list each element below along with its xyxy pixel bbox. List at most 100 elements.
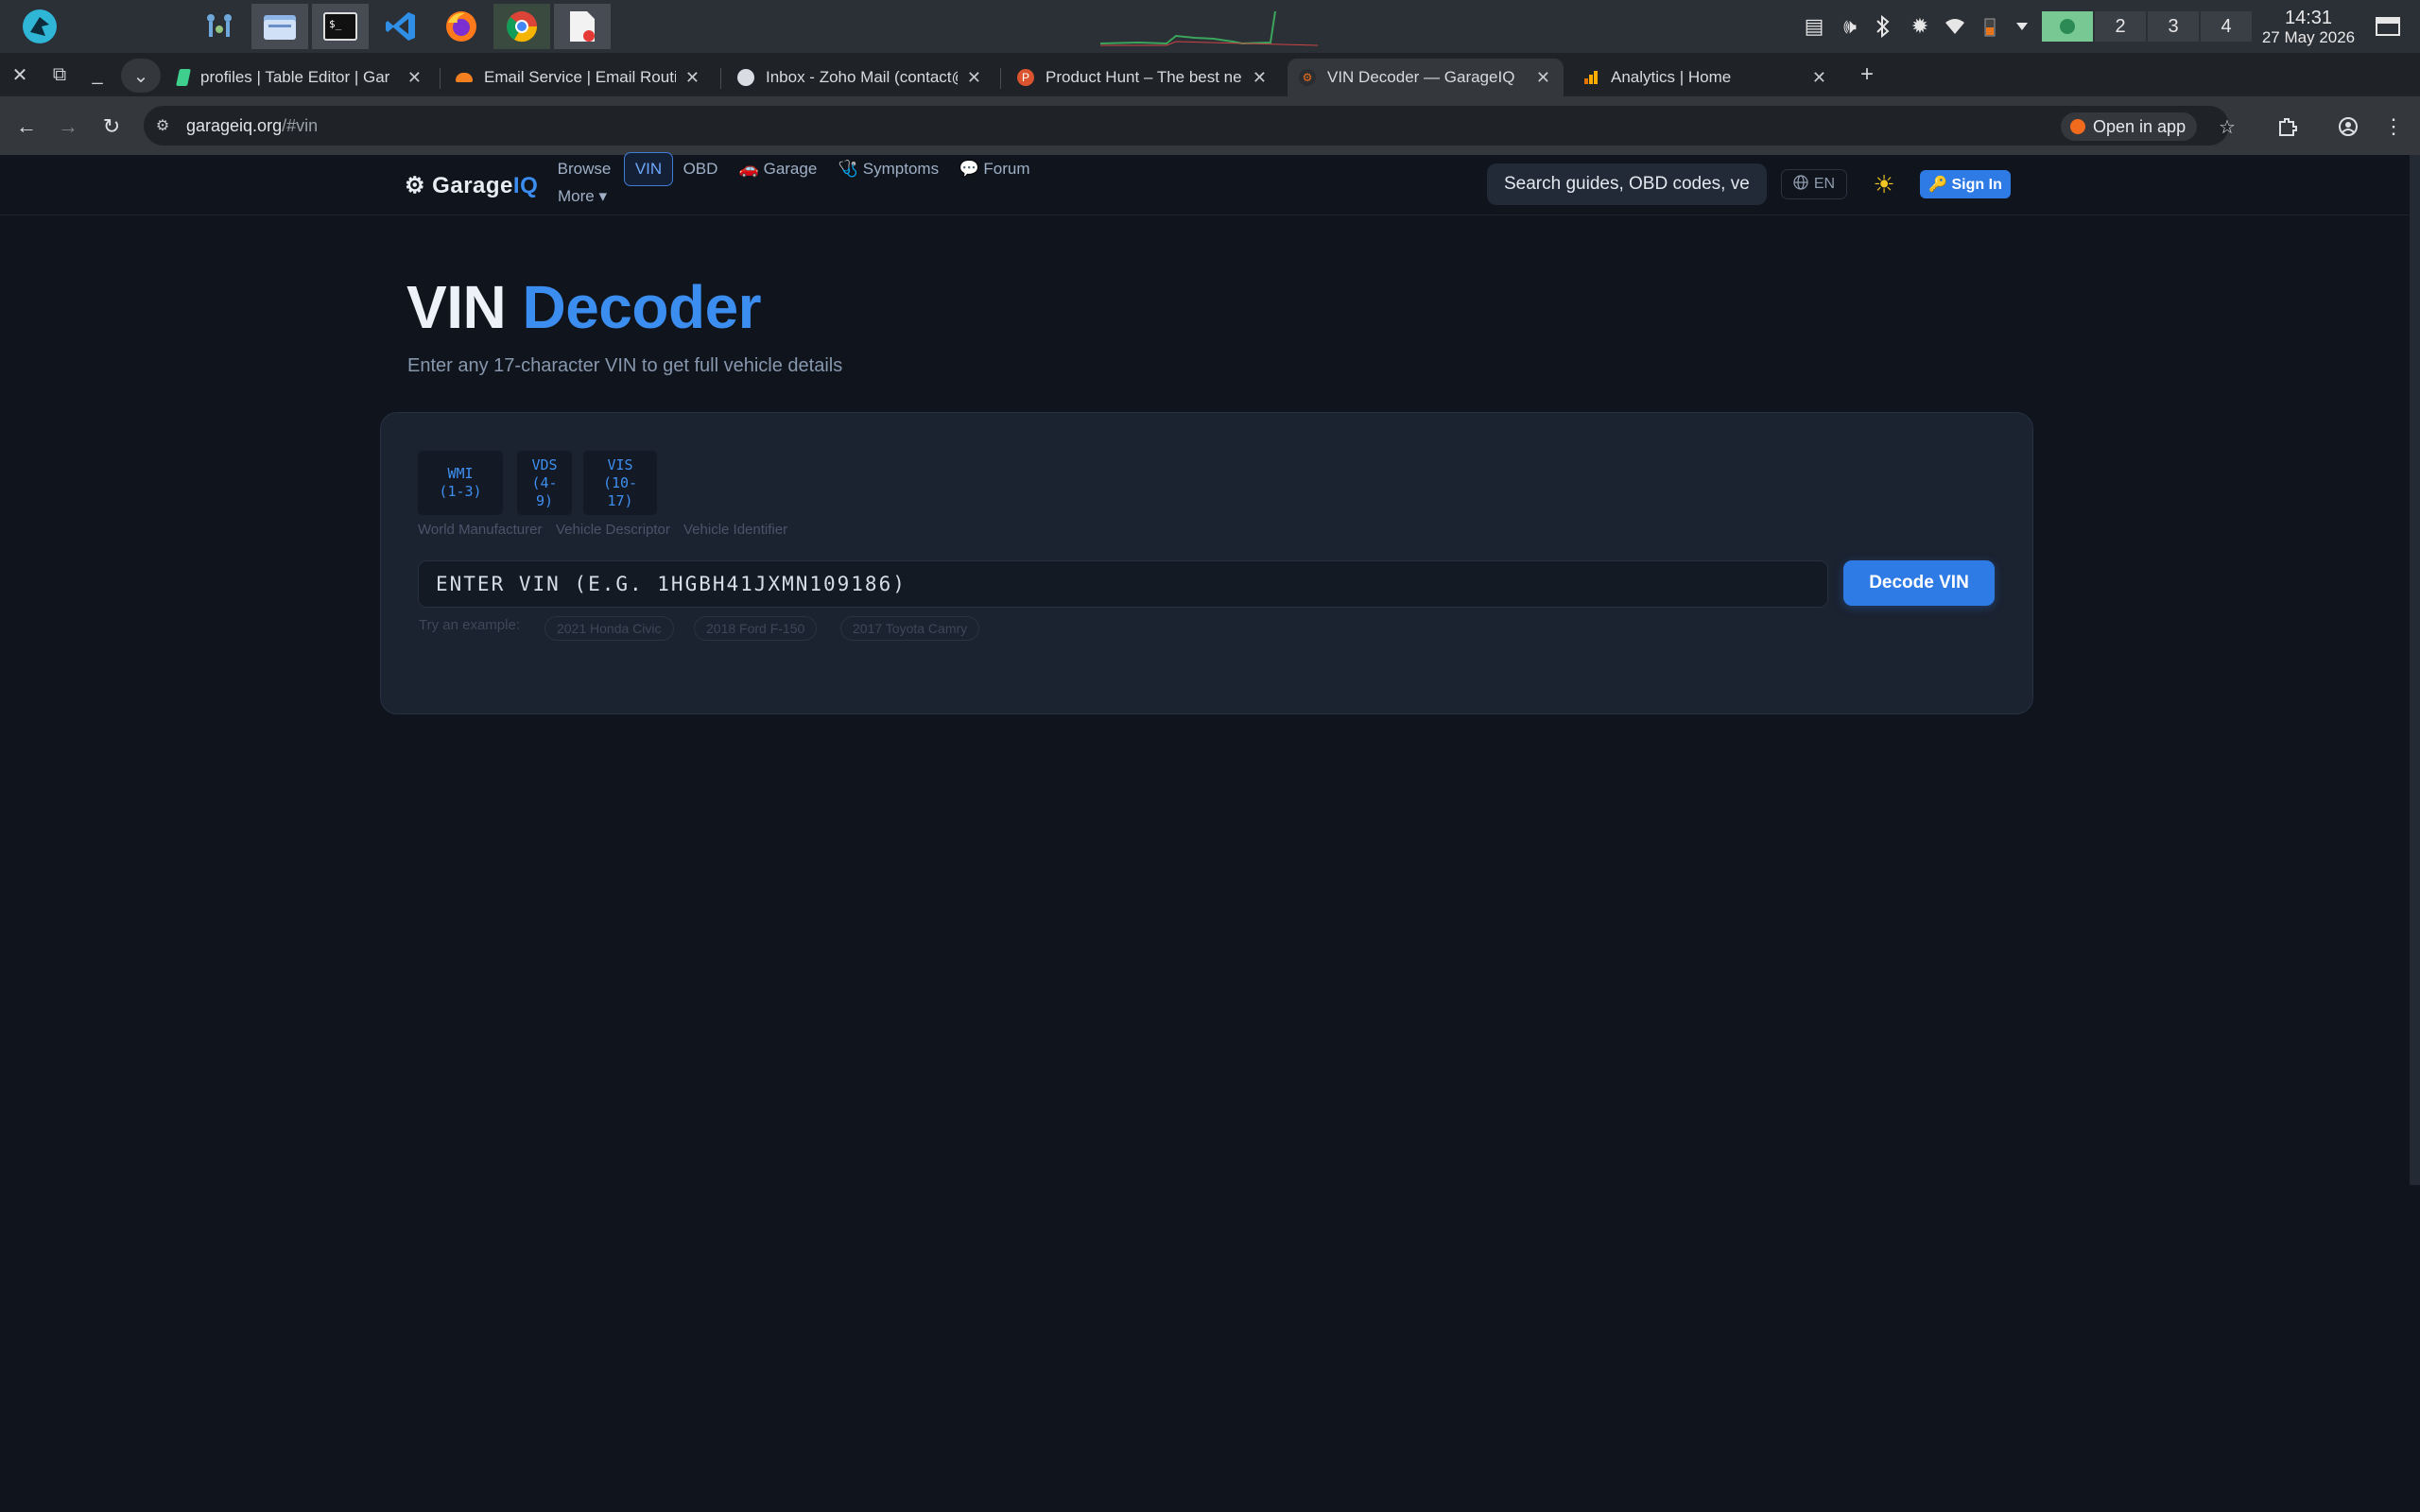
- extensions-icon[interactable]: [2269, 108, 2307, 146]
- tab-cloudflare[interactable]: Email Service | Email Routi ✕: [444, 59, 713, 96]
- terminal-icon[interactable]: $_: [312, 4, 369, 49]
- tab-zoho-mail[interactable]: Inbox - Zoho Mail (contact@ ✕: [726, 59, 994, 96]
- reload-icon[interactable]: ↻: [93, 108, 130, 146]
- vin-segment-vis: VIS (10- 17): [583, 451, 657, 515]
- clock-date: 27 May 2026: [2261, 28, 2356, 46]
- bookmark-star-icon[interactable]: ☆: [2208, 108, 2246, 146]
- segment-range: (10- 17): [602, 473, 638, 509]
- wifi-icon[interactable]: [1940, 0, 1970, 53]
- page-title: VIN Decoder: [406, 272, 762, 342]
- page-subtitle: Enter any 17-character VIN to get full v…: [407, 355, 843, 376]
- garageiq-app-icon: [2070, 119, 2085, 134]
- site-info-icon[interactable]: ⚙: [151, 114, 174, 137]
- site-header: [0, 155, 2409, 215]
- document-viewer-icon[interactable]: [554, 4, 611, 49]
- sign-in-button[interactable]: 🔑 Sign In: [1920, 170, 2011, 198]
- firefox-icon[interactable]: [433, 4, 490, 49]
- url-path: /#vin: [282, 116, 319, 135]
- clock-time: 14:31: [2284, 8, 2333, 28]
- browser-menu-icon[interactable]: ⋮: [2375, 108, 2412, 146]
- minimize-window-icon[interactable]: _: [79, 57, 115, 93]
- tab-close-icon[interactable]: ✕: [685, 68, 700, 88]
- segment-range: (1-3): [439, 483, 482, 500]
- volume-icon[interactable]: 🕪: [1834, 0, 1866, 53]
- desktop-taskbar: $_ ▤ 🕪 ✹ 2 3 4 14:31 27 May 2026: [0, 0, 2420, 53]
- segment-label-vis: Vehicle Identifier: [683, 522, 788, 538]
- profile-icon[interactable]: [2329, 108, 2367, 146]
- tab-analytics[interactable]: Analytics | Home ✕: [1571, 59, 1840, 96]
- supabase-favicon-icon: [176, 69, 191, 86]
- clipboard-icon[interactable]: ▤: [1800, 0, 1828, 53]
- decode-vin-button[interactable]: Decode VIN: [1843, 560, 1995, 606]
- address-bar[interactable]: [144, 106, 2229, 146]
- open-in-app-button[interactable]: Open in app: [2061, 112, 2198, 141]
- restore-window-icon[interactable]: ⧉: [42, 57, 78, 93]
- url-text[interactable]: garageiq.org/#vin: [186, 116, 318, 136]
- nav-more[interactable]: More ▾: [554, 182, 611, 211]
- nav-forum[interactable]: 💬 Forum: [957, 152, 1032, 186]
- tab-close-icon[interactable]: ✕: [1812, 68, 1826, 88]
- tab-close-icon[interactable]: ✕: [967, 68, 981, 88]
- workspace-2[interactable]: 2: [2095, 11, 2146, 42]
- tab-vin-decoder[interactable]: ⚙ VIN Decoder — GarageIQ ✕: [1288, 59, 1564, 96]
- example-chip[interactable]: 2017 Toyota Camry: [840, 616, 980, 641]
- page-scrollbar[interactable]: [2410, 155, 2420, 1185]
- tab-close-icon[interactable]: ✕: [1253, 68, 1267, 88]
- try-example-label: Try an example:: [419, 617, 520, 633]
- forward-icon[interactable]: →: [49, 108, 87, 146]
- analytics-favicon-icon: [1582, 69, 1599, 86]
- clock[interactable]: 14:31 27 May 2026: [2257, 8, 2360, 47]
- nav-obd[interactable]: OBD: [679, 152, 722, 186]
- tab-search-icon[interactable]: ⌄: [121, 59, 161, 93]
- page-content: [0, 155, 2420, 1512]
- site-search-input[interactable]: Search guides, OBD codes, ve: [1487, 163, 1767, 205]
- vin-segment-vds: VDS (4- 9): [517, 451, 572, 515]
- close-window-icon[interactable]: ✕: [2, 57, 38, 93]
- tab-title: Inbox - Zoho Mail (contact@: [766, 68, 958, 86]
- new-tab-icon[interactable]: +: [1849, 57, 1885, 93]
- chevron-down-icon[interactable]: [2008, 0, 2036, 53]
- battery-icon[interactable]: [1976, 0, 2004, 53]
- show-desktop-icon[interactable]: [2367, 0, 2409, 53]
- language-selector[interactable]: EN: [1781, 169, 1847, 199]
- back-icon[interactable]: ←: [8, 108, 45, 146]
- segment-code: VDS: [531, 455, 558, 473]
- tab-product-hunt[interactable]: P Product Hunt – The best ne ✕: [1006, 59, 1280, 96]
- tab-supabase[interactable]: profiles | Table Editor | Gar ✕: [166, 59, 435, 96]
- tab-title: Email Service | Email Routi: [484, 68, 676, 86]
- globe-icon: [1793, 174, 1808, 195]
- page-title-accent: Decoder: [522, 273, 762, 341]
- nav-garage[interactable]: 🚗 Garage: [735, 152, 821, 186]
- example-chip[interactable]: 2018 Ford F-150: [694, 616, 818, 641]
- tab-close-icon[interactable]: ✕: [1536, 68, 1550, 88]
- nav-symptoms[interactable]: 🩺 Symptoms: [834, 152, 943, 186]
- zoho-mail-favicon-icon: [737, 69, 754, 86]
- file-manager-icon[interactable]: [251, 4, 308, 49]
- raptor-logo-icon[interactable]: [11, 4, 68, 49]
- site-logo[interactable]: ⚙ GarageIQ: [405, 172, 538, 199]
- network-graph-icon: [1100, 10, 1318, 46]
- workspace-1-icon: [2060, 19, 2075, 34]
- vscode-icon[interactable]: [372, 4, 429, 49]
- language-label: EN: [1813, 176, 1836, 192]
- nav-browse[interactable]: Browse: [554, 152, 614, 186]
- workspace-3[interactable]: 3: [2148, 11, 2199, 42]
- tab-title: VIN Decoder — GarageIQ: [1327, 68, 1515, 86]
- example-chip[interactable]: 2021 Honda Civic: [544, 616, 674, 641]
- tab-separator: [720, 68, 721, 89]
- chrome-icon[interactable]: [493, 4, 550, 49]
- sun-icon[interactable]: ☀: [1870, 170, 1898, 198]
- tab-separator: [1000, 68, 1001, 89]
- brightness-icon[interactable]: ✹: [1904, 0, 1936, 53]
- tab-close-icon[interactable]: ✕: [407, 68, 422, 88]
- workspace-1[interactable]: [2042, 11, 2093, 42]
- cloudflare-favicon-icon: [456, 73, 473, 82]
- nav-vin[interactable]: VIN: [624, 152, 673, 186]
- logo-accent: IQ: [512, 173, 539, 198]
- logo-text: ⚙ Garage: [405, 173, 513, 198]
- nodes-app-icon[interactable]: [191, 4, 248, 49]
- bluetooth-icon[interactable]: [1870, 0, 1896, 53]
- vin-input[interactable]: ENTER VIN (E.G. 1HGBH41JXMN109186): [418, 560, 1828, 608]
- segment-code: VIS: [607, 455, 633, 473]
- workspace-4[interactable]: 4: [2201, 11, 2252, 42]
